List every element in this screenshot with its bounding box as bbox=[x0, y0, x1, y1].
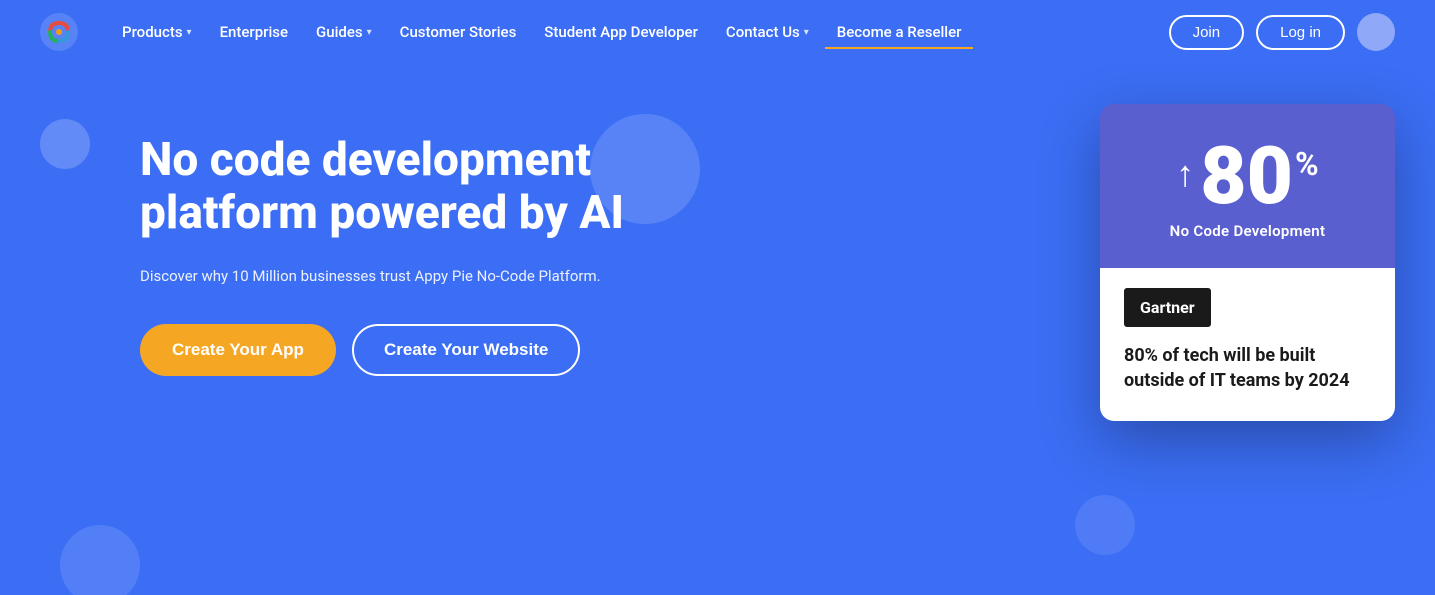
hero-subtitle: Discover why 10 Million businesses trust… bbox=[140, 264, 620, 288]
nav-links: Products ▾ Enterprise Guides ▾ Customer … bbox=[110, 15, 1169, 49]
card-top: ↑ 80 % No Code Development bbox=[1100, 104, 1395, 268]
join-button[interactable]: Join bbox=[1169, 15, 1245, 50]
decorative-circle-bottom-right bbox=[1075, 495, 1135, 555]
decorative-circle-small bbox=[40, 119, 90, 169]
login-button[interactable]: Log in bbox=[1256, 15, 1345, 50]
hero-section: No code development platform powered by … bbox=[0, 64, 1435, 595]
decorative-circle-large bbox=[590, 114, 700, 224]
nav-contact[interactable]: Contact Us ▾ bbox=[714, 15, 821, 49]
nav-guides[interactable]: Guides ▾ bbox=[304, 15, 384, 49]
card-description: 80% of tech will be built outside of IT … bbox=[1124, 343, 1371, 393]
card-percent-number: 80 bbox=[1200, 136, 1293, 216]
products-chevron-icon: ▾ bbox=[187, 27, 192, 38]
nav-student-app[interactable]: Student App Developer bbox=[532, 15, 710, 49]
avatar[interactable] bbox=[1357, 13, 1395, 51]
decorative-circle-bottom-left bbox=[60, 525, 140, 595]
gartner-badge: Gartner bbox=[1124, 288, 1211, 327]
nav-products[interactable]: Products ▾ bbox=[110, 15, 204, 49]
card-percent-symbol: % bbox=[1295, 148, 1319, 180]
card-bottom: Gartner 80% of tech will be built outsid… bbox=[1100, 268, 1395, 421]
create-app-button[interactable]: Create Your App bbox=[140, 324, 336, 376]
nav-enterprise[interactable]: Enterprise bbox=[208, 15, 300, 49]
nav-right: Join Log in bbox=[1169, 13, 1395, 51]
contact-chevron-icon: ▾ bbox=[804, 27, 809, 38]
nav-customer-stories[interactable]: Customer Stories bbox=[388, 15, 529, 49]
logo[interactable] bbox=[40, 13, 78, 51]
navbar: Products ▾ Enterprise Guides ▾ Customer … bbox=[0, 0, 1435, 64]
create-website-button[interactable]: Create Your Website bbox=[352, 324, 580, 376]
stats-card: ↑ 80 % No Code Development Gartner 80% o… bbox=[1100, 104, 1395, 421]
hero-buttons: Create Your App Create Your Website bbox=[140, 324, 700, 376]
nav-become-reseller[interactable]: Become a Reseller bbox=[825, 15, 974, 49]
card-top-label: No Code Development bbox=[1128, 222, 1367, 240]
card-percent-display: ↑ 80 % bbox=[1128, 136, 1367, 216]
appypie-logo-icon bbox=[40, 13, 78, 51]
guides-chevron-icon: ▾ bbox=[367, 27, 372, 38]
card-arrow-icon: ↑ bbox=[1176, 156, 1194, 192]
